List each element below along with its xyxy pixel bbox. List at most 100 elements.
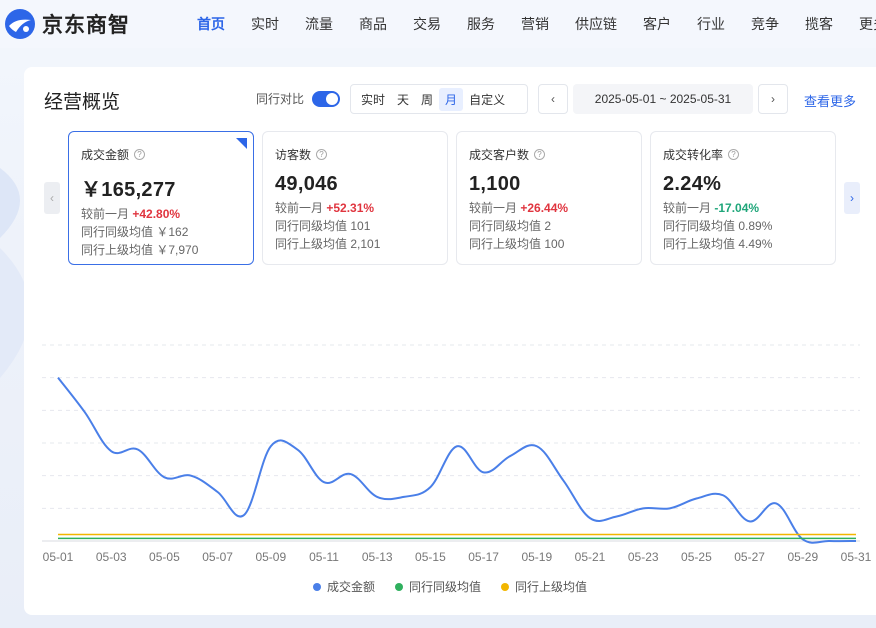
- logo[interactable]: 京东商智: [4, 8, 130, 40]
- metric-name-row: 成交转化率?: [663, 146, 835, 163]
- compare-label: 较前一月: [469, 201, 518, 215]
- x-tick-label: 05-19: [521, 550, 552, 564]
- metric-change: +42.80%: [132, 207, 181, 221]
- peer-compare-toggle-group: 同行对比: [256, 90, 341, 107]
- metric-name-row: 成交金额?: [81, 146, 253, 163]
- metric-name: 成交客户数: [469, 148, 530, 162]
- top-average-label: 同行上级均值: [663, 237, 736, 251]
- chevron-left-icon: ‹: [551, 92, 555, 106]
- x-tick-label: 05-31: [841, 550, 872, 564]
- selected-corner-marker: [236, 138, 247, 149]
- peer-average-row: 同行同级均值 ￥162: [81, 225, 253, 239]
- metric-name-row: 访客数?: [275, 146, 447, 163]
- peer-average-row: 同行同级均值 101: [275, 219, 447, 233]
- legend-item[interactable]: 同行上级均值: [501, 578, 587, 595]
- top-average-value: 4.49%: [738, 237, 773, 251]
- metric-name: 成交转化率: [663, 148, 724, 162]
- legend-swatch: [312, 582, 321, 591]
- section-title: 经营概览: [44, 92, 121, 113]
- top-average-value: 100: [544, 237, 565, 251]
- metrics-scroll-right-button[interactable]: ›: [844, 182, 860, 214]
- metric-card[interactable]: 成交转化率? 2.24% 较前一月 -17.04% 同行同级均值 0.89% 同行上级均…: [650, 131, 836, 265]
- metric-value: 49,046: [275, 173, 338, 195]
- nav-item-5[interactable]: 服务: [454, 14, 508, 34]
- nav-item-7[interactable]: 供应链: [562, 14, 630, 34]
- nav-item-1[interactable]: 实时: [238, 14, 292, 34]
- legend-label: 同行上级均值: [515, 580, 588, 594]
- nav-item-4[interactable]: 交易: [400, 14, 454, 34]
- peer-average-label: 同行同级均值: [469, 219, 542, 233]
- x-tick-label: 05-01: [43, 550, 74, 564]
- metric-value: ￥165,277: [81, 179, 176, 201]
- metric-card[interactable]: 成交客户数? 1,100 较前一月 +26.44% 同行同级均值 2 同行上级均值 10…: [456, 131, 642, 265]
- period-option-1[interactable]: 天: [391, 88, 415, 111]
- view-more-link[interactable]: 查看更多: [804, 91, 856, 110]
- next-period-button[interactable]: ›: [758, 84, 788, 114]
- top-average-label: 同行上级均值: [275, 237, 348, 251]
- x-tick-label: 05-21: [575, 550, 606, 564]
- metric-card[interactable]: 成交金额? ￥165,277 较前一月 +42.80% 同行同级均值 ￥162 同行上级…: [68, 131, 254, 265]
- metric-change: +26.44%: [520, 201, 569, 215]
- prev-period-button[interactable]: ‹: [538, 84, 568, 114]
- legend-label: 成交金额: [326, 580, 375, 594]
- top-average-label: 同行上级均值: [81, 243, 154, 257]
- metric-name-row: 成交客户数?: [469, 146, 641, 163]
- help-icon[interactable]: ?: [728, 149, 740, 160]
- peer-average-label: 同行同级均值: [663, 219, 736, 233]
- x-tick-label: 05-05: [149, 550, 180, 564]
- period-option-4[interactable]: 自定义: [463, 88, 511, 111]
- period-option-2[interactable]: 周: [415, 88, 439, 111]
- compare-label: 较前一月: [275, 201, 324, 215]
- metric-change-row: 较前一月 +52.31%: [275, 201, 447, 215]
- business-overview-card: 经营概览 同行对比 实时天周月自定义 ‹ 2025-05-01 ~ 2025-0…: [24, 67, 876, 615]
- period-option-0[interactable]: 实时: [355, 88, 391, 111]
- logo-text: 京东商智: [42, 14, 130, 37]
- x-tick-label: 05-17: [468, 550, 499, 564]
- top-navigation-bar: 京东商智 首页实时流量商品交易服务营销供应链客户行业竞争揽客更多: [0, 0, 876, 48]
- x-tick-label: 05-03: [96, 550, 127, 564]
- help-icon[interactable]: ?: [316, 149, 328, 160]
- metric-value: 1,100: [469, 173, 521, 195]
- series-line-0: [57, 377, 857, 544]
- x-tick-label: 05-07: [202, 550, 233, 564]
- date-range-picker[interactable]: 2025-05-01 ~ 2025-05-31: [573, 84, 753, 114]
- metric-change: -17.04%: [714, 201, 760, 215]
- chevron-left-icon: ‹: [50, 191, 54, 205]
- legend-item[interactable]: 同行同级均值: [394, 578, 481, 595]
- nav-item-9[interactable]: 行业: [684, 14, 738, 34]
- main-nav: 首页实时流量商品交易服务营销供应链客户行业竞争揽客更多: [184, 0, 876, 48]
- peer-average-row: 同行同级均值 2: [469, 219, 641, 233]
- metric-card[interactable]: 访客数? 49,046 较前一月 +52.31% 同行同级均值 101 同行上级均值 2…: [262, 131, 448, 265]
- x-tick-label: 05-11: [309, 550, 339, 564]
- metric-change: +52.31%: [326, 201, 375, 215]
- metric-change-row: 较前一月 -17.04%: [663, 201, 835, 215]
- metric-name: 成交金额: [81, 148, 130, 162]
- peer-average-value: 0.89%: [738, 219, 773, 233]
- nav-item-6[interactable]: 营销: [508, 14, 562, 34]
- compare-label: 较前一月: [81, 207, 130, 221]
- metric-name: 访客数: [275, 148, 312, 162]
- nav-item-0[interactable]: 首页: [184, 14, 238, 34]
- x-tick-label: 05-29: [787, 550, 818, 564]
- logo-icon: [5, 9, 35, 39]
- peer-average-label: 同行同级均值: [81, 225, 154, 239]
- metric-value: 2.24%: [663, 173, 722, 195]
- nav-item-8[interactable]: 客户: [630, 14, 684, 34]
- nav-item-2[interactable]: 流量: [292, 14, 346, 34]
- metrics-scroll-left-button[interactable]: ‹: [44, 182, 60, 214]
- help-icon[interactable]: ?: [134, 149, 146, 160]
- top-average-label: 同行上级均值: [469, 237, 542, 251]
- nav-item-12[interactable]: 更多: [846, 14, 876, 34]
- compare-label: 较前一月: [663, 201, 712, 215]
- chevron-right-icon: ›: [850, 191, 854, 205]
- nav-item-11[interactable]: 揽客: [792, 14, 846, 34]
- peer-compare-label: 同行对比: [256, 92, 305, 106]
- nav-item-3[interactable]: 商品: [346, 14, 400, 34]
- legend-item[interactable]: 成交金额: [312, 578, 375, 595]
- period-option-3[interactable]: 月: [439, 87, 464, 111]
- help-icon[interactable]: ?: [534, 149, 546, 160]
- peer-compare-toggle[interactable]: [312, 90, 341, 107]
- chart-legend: 成交金额 同行同级均值 同行上级均值: [24, 578, 876, 595]
- nav-item-10[interactable]: 竞争: [738, 14, 792, 34]
- period-selector: 实时天周月自定义: [350, 84, 528, 114]
